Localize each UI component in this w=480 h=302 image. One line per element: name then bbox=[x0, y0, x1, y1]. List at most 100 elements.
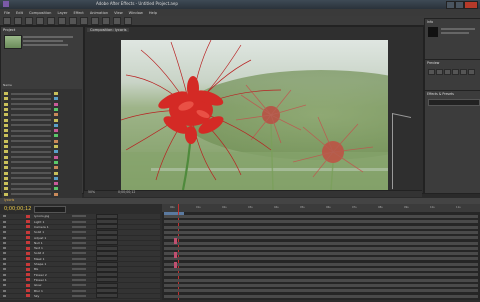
menu-view[interactable]: View bbox=[114, 11, 123, 15]
visibility-icon[interactable] bbox=[3, 289, 6, 292]
layer-duration-bar[interactable] bbox=[164, 273, 478, 277]
project-item[interactable] bbox=[4, 128, 80, 133]
layer-switches[interactable] bbox=[72, 252, 86, 255]
layer-switches[interactable] bbox=[72, 247, 86, 250]
parent-dropdown[interactable] bbox=[96, 245, 118, 251]
menu-layer[interactable]: Layer bbox=[57, 11, 67, 15]
layer-duration-bar[interactable] bbox=[164, 268, 478, 271]
parent-dropdown[interactable] bbox=[96, 224, 118, 230]
layer-label-color[interactable] bbox=[26, 257, 30, 261]
composition-tab[interactable]: Composition: lycoris bbox=[87, 28, 130, 32]
next-frame-button[interactable] bbox=[452, 69, 459, 75]
parent-dropdown[interactable] bbox=[96, 235, 118, 241]
layer-switches[interactable] bbox=[72, 263, 86, 266]
layer-switches[interactable] bbox=[72, 236, 86, 239]
menu-edit[interactable]: Edit bbox=[16, 11, 23, 15]
parent-dropdown[interactable] bbox=[96, 293, 118, 299]
layer-switches[interactable] bbox=[72, 268, 86, 271]
layer-duration-bar[interactable] bbox=[164, 257, 478, 261]
layer-duration-bar[interactable] bbox=[164, 262, 478, 266]
visibility-icon[interactable] bbox=[3, 278, 6, 281]
ram-preview-button[interactable] bbox=[468, 69, 475, 75]
layer-duration-bar[interactable] bbox=[164, 289, 478, 293]
selection-tool[interactable] bbox=[3, 16, 11, 25]
timeline-tab[interactable]: lycoris bbox=[4, 198, 14, 202]
parent-dropdown[interactable] bbox=[96, 266, 118, 272]
project-item[interactable] bbox=[4, 123, 80, 128]
parent-dropdown[interactable] bbox=[96, 261, 118, 267]
project-item[interactable] bbox=[4, 91, 80, 96]
project-item[interactable] bbox=[4, 107, 80, 112]
visibility-icon[interactable] bbox=[3, 268, 6, 271]
project-item[interactable] bbox=[4, 160, 80, 165]
layer-switches[interactable] bbox=[72, 284, 86, 287]
parent-dropdown[interactable] bbox=[96, 219, 118, 225]
layer-label-color[interactable] bbox=[26, 236, 30, 240]
layer-duration-bar[interactable] bbox=[164, 241, 478, 245]
viewer-timecode[interactable]: 0;00;00;12 bbox=[118, 190, 135, 194]
layer-switches[interactable] bbox=[72, 241, 86, 244]
parent-dropdown[interactable] bbox=[96, 288, 118, 294]
project-item[interactable] bbox=[4, 102, 80, 107]
keyframe-marker[interactable] bbox=[174, 262, 177, 268]
visibility-icon[interactable] bbox=[3, 273, 6, 276]
effects-search-input[interactable] bbox=[428, 99, 480, 106]
project-item[interactable] bbox=[4, 133, 80, 138]
minimize-button[interactable] bbox=[446, 1, 455, 9]
visibility-icon[interactable] bbox=[3, 236, 6, 239]
zoom-tool[interactable] bbox=[25, 16, 33, 25]
maximize-button[interactable] bbox=[455, 1, 464, 9]
project-item[interactable] bbox=[4, 192, 80, 197]
layer-switches[interactable] bbox=[72, 294, 86, 297]
menu-composition[interactable]: Composition bbox=[29, 11, 51, 15]
layer-duration-bar[interactable] bbox=[164, 236, 478, 240]
layer-label-color[interactable] bbox=[26, 267, 30, 271]
layer-duration-bar[interactable] bbox=[164, 220, 478, 224]
layer-label-color[interactable] bbox=[26, 225, 30, 229]
layer-label-color[interactable] bbox=[26, 273, 30, 277]
layer-duration-bar[interactable] bbox=[164, 230, 478, 234]
zoom-level[interactable]: 50% bbox=[88, 190, 95, 194]
rotate-tool[interactable] bbox=[36, 16, 44, 25]
layer-label-color[interactable] bbox=[26, 246, 30, 250]
layer-label-color[interactable] bbox=[26, 289, 30, 293]
project-item[interactable] bbox=[4, 118, 80, 123]
layer-label-color[interactable] bbox=[26, 251, 30, 255]
parent-dropdown[interactable] bbox=[96, 277, 118, 283]
composition-viewer[interactable] bbox=[121, 40, 388, 190]
text-tool[interactable] bbox=[91, 16, 99, 25]
prev-frame-button[interactable] bbox=[436, 69, 443, 75]
layer-duration-bar[interactable] bbox=[164, 215, 478, 218]
parent-dropdown[interactable] bbox=[96, 240, 118, 246]
project-item[interactable] bbox=[4, 176, 80, 181]
keyframe-marker[interactable] bbox=[174, 238, 177, 244]
layer-label-color[interactable] bbox=[26, 230, 30, 234]
layer-duration-bar[interactable] bbox=[164, 246, 478, 250]
pen-tool[interactable] bbox=[80, 16, 88, 25]
layer-duration-bar[interactable] bbox=[164, 225, 478, 229]
parent-dropdown[interactable] bbox=[96, 229, 118, 235]
layer-switches[interactable] bbox=[72, 289, 86, 292]
menu-window[interactable]: Window bbox=[129, 11, 143, 15]
visibility-icon[interactable] bbox=[3, 252, 6, 255]
project-item[interactable] bbox=[4, 112, 80, 117]
visibility-icon[interactable] bbox=[3, 284, 6, 287]
visibility-icon[interactable] bbox=[3, 263, 6, 266]
layer-duration-bar[interactable] bbox=[164, 283, 478, 287]
project-item[interactable] bbox=[4, 96, 80, 101]
project-item[interactable] bbox=[4, 139, 80, 144]
layer-duration-bar[interactable] bbox=[164, 252, 478, 256]
project-item[interactable] bbox=[4, 149, 80, 154]
camera-tool[interactable] bbox=[47, 16, 55, 25]
layer-label-color[interactable] bbox=[26, 262, 30, 266]
layer-label-color[interactable] bbox=[26, 283, 30, 287]
project-item[interactable] bbox=[4, 144, 80, 149]
layer-switches[interactable] bbox=[72, 257, 86, 260]
project-item[interactable] bbox=[4, 171, 80, 176]
layer-switches[interactable] bbox=[72, 225, 86, 228]
layer-label-color[interactable] bbox=[26, 214, 30, 218]
visibility-icon[interactable] bbox=[3, 257, 6, 260]
parent-dropdown[interactable] bbox=[96, 282, 118, 288]
pan-behind-tool[interactable] bbox=[58, 16, 66, 25]
brush-tool[interactable] bbox=[102, 16, 110, 25]
